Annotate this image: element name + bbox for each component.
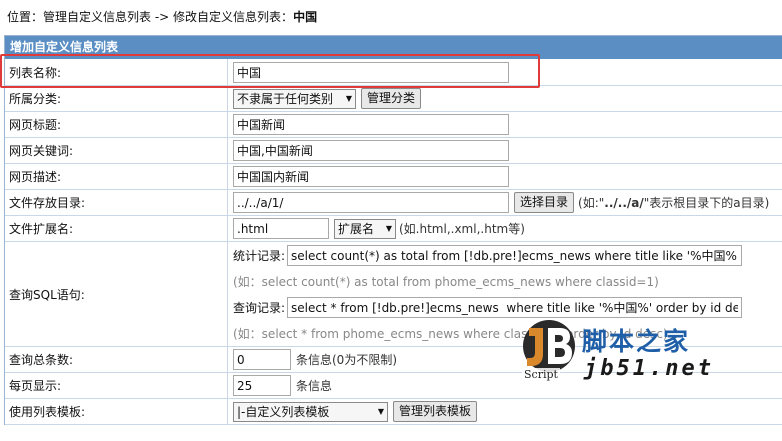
count-sql-hint: (如：select count(*) as total from phome_e… bbox=[233, 275, 659, 290]
description-label: 网页描述: bbox=[5, 164, 228, 189]
manage-template-button[interactable]: 管理列表模板 bbox=[393, 401, 478, 422]
total-label: 查询总条数: bbox=[5, 347, 228, 372]
breadcrumb-link-list[interactable]: 管理自定义信息列表 bbox=[43, 10, 151, 24]
row-template: 使用列表模板: |-自定义列表模板 ▼ 管理列表模板 bbox=[5, 399, 782, 425]
directory-hint-bold: ../../a/ bbox=[604, 196, 644, 210]
breadcrumb-prefix: 位置： bbox=[7, 10, 44, 24]
per-page-hint: 条信息 bbox=[296, 379, 333, 393]
category-select[interactable]: 不隶属于任何类别 ▼ bbox=[233, 88, 356, 109]
extension-hint: (如.html,.xml,.htm等) bbox=[399, 222, 525, 236]
row-list-name: 列表名称: bbox=[5, 59, 782, 86]
query-sql-label: 查询记录: bbox=[233, 300, 286, 315]
panel-title: 增加自定义信息列表 bbox=[5, 36, 782, 59]
query-sql-input[interactable] bbox=[287, 296, 743, 318]
page-title-label: 网页标题: bbox=[5, 112, 228, 137]
chevron-down-icon: ▼ bbox=[345, 93, 352, 103]
page-title-input[interactable] bbox=[233, 114, 509, 135]
sql-label: 查询SQL语句: bbox=[5, 242, 228, 346]
row-total: 查询总条数: 条信息(0为不限制) bbox=[5, 347, 782, 373]
breadcrumb-link-edit: 修改自定义信息列表： bbox=[173, 10, 294, 24]
manage-category-button[interactable]: 管理分类 bbox=[361, 88, 422, 109]
breadcrumb-separator: -> bbox=[151, 10, 174, 24]
row-per-page: 每页显示: 条信息 bbox=[5, 373, 782, 399]
total-input[interactable] bbox=[233, 349, 291, 370]
breadcrumb: 位置：管理自定义信息列表 -> 修改自定义信息列表：中国 bbox=[7, 8, 317, 26]
row-sql: 查询SQL语句: 统计记录: (如：select count(*) as tot… bbox=[5, 242, 782, 347]
directory-hint-prefix: (如:" bbox=[578, 196, 605, 210]
extension-select-label: 扩展名 bbox=[338, 221, 375, 236]
total-hint: 条信息(0为不限制) bbox=[296, 353, 397, 367]
extension-label: 文件扩展名: bbox=[5, 216, 228, 241]
directory-label: 文件存放目录: bbox=[5, 190, 228, 215]
chevron-down-icon: ▼ bbox=[385, 223, 392, 233]
category-label: 所属分类: bbox=[5, 86, 228, 111]
template-label: 使用列表模板: bbox=[5, 399, 228, 424]
count-sql-line: 统计记录: bbox=[233, 243, 743, 269]
breadcrumb-current: 中国 bbox=[293, 10, 318, 24]
keywords-input[interactable] bbox=[233, 140, 509, 161]
row-page-title: 网页标题: bbox=[5, 112, 782, 138]
template-select[interactable]: |-自定义列表模板 ▼ bbox=[233, 401, 388, 422]
query-sql-hint: (如：select * from phome_ecms_news where c… bbox=[233, 326, 668, 341]
row-directory: 文件存放目录: 选择目录 (如:"../../a/"表示根目录下的a目录) bbox=[5, 190, 782, 216]
keywords-label: 网页关键词: bbox=[5, 138, 228, 163]
extension-input[interactable] bbox=[233, 218, 329, 239]
list-name-input[interactable] bbox=[233, 61, 509, 83]
template-selected: |-自定义列表模板 bbox=[237, 404, 330, 419]
category-selected: 不隶属于任何类别 bbox=[237, 91, 334, 106]
count-sql-label: 统计记录: bbox=[233, 249, 286, 264]
row-extension: 文件扩展名: 扩展名 ▼ (如.html,.xml,.htm等) bbox=[5, 216, 782, 242]
row-category: 所属分类: 不隶属于任何类别 ▼ 管理分类 bbox=[5, 86, 782, 112]
row-keywords: 网页关键词: bbox=[5, 138, 782, 164]
directory-hint-suffix: "表示根目录下的a目录) bbox=[643, 196, 770, 210]
directory-hint: (如:"../../a/"表示根目录下的a目录) bbox=[578, 194, 769, 211]
choose-directory-button[interactable]: 选择目录 bbox=[514, 192, 575, 213]
per-page-input[interactable] bbox=[233, 375, 291, 396]
query-sql-line: 查询记录: bbox=[233, 295, 743, 321]
row-description: 网页描述: bbox=[5, 164, 782, 190]
form-panel: 增加自定义信息列表 列表名称: 所属分类: 不隶属于任何类别 ▼ 管理分类 网页标… bbox=[4, 35, 782, 425]
extension-select[interactable]: 扩展名 ▼ bbox=[334, 218, 396, 239]
count-sql-input[interactable] bbox=[287, 245, 743, 267]
description-input[interactable] bbox=[233, 166, 509, 187]
per-page-label: 每页显示: bbox=[5, 373, 228, 398]
chevron-down-icon: ▼ bbox=[377, 406, 384, 416]
list-name-label: 列表名称: bbox=[5, 59, 228, 85]
directory-input[interactable] bbox=[233, 192, 509, 213]
